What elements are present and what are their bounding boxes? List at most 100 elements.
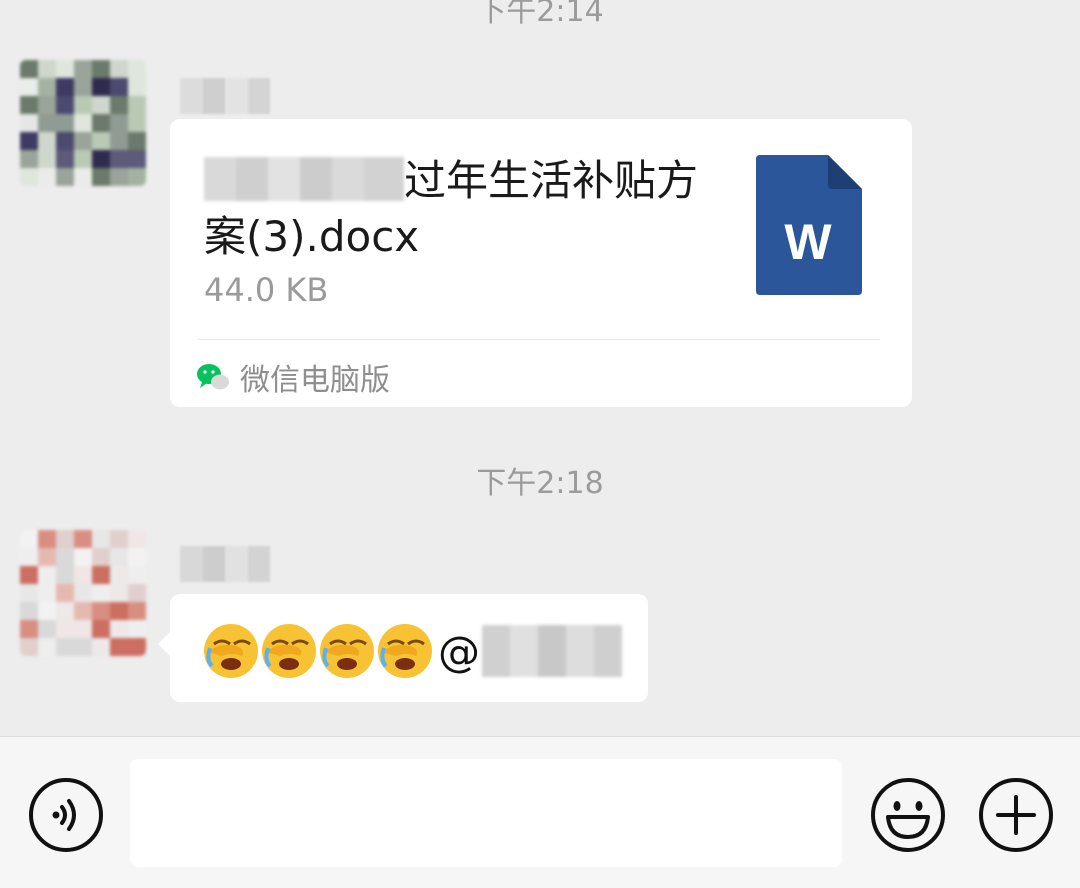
facepalm-emoji-icon bbox=[378, 624, 432, 678]
avatar-pixel bbox=[74, 132, 92, 150]
redacted-mention-name bbox=[482, 625, 622, 677]
avatar-pixel bbox=[92, 620, 110, 638]
avatar-pixel bbox=[110, 60, 128, 78]
timestamp: 下午2:18 bbox=[476, 466, 604, 501]
voice-icon[interactable] bbox=[28, 777, 104, 853]
message-input[interactable] bbox=[130, 759, 842, 867]
input-bar bbox=[0, 736, 1080, 888]
avatar-pixel bbox=[92, 168, 110, 186]
avatar-pixel bbox=[56, 78, 74, 96]
avatar-pixel bbox=[110, 602, 128, 620]
facepalm-emoji-icon bbox=[204, 624, 258, 678]
message-content: @ bbox=[202, 622, 622, 680]
avatar-pixel bbox=[74, 602, 92, 620]
avatar-pixel bbox=[92, 150, 110, 168]
avatar-pixel bbox=[110, 150, 128, 168]
avatar-pixel bbox=[56, 530, 74, 548]
avatar-pixel bbox=[92, 132, 110, 150]
avatar-pixel bbox=[128, 60, 146, 78]
avatar-pixel bbox=[20, 114, 38, 132]
file-size: 44.0 KB bbox=[204, 271, 329, 309]
avatar[interactable] bbox=[20, 60, 146, 186]
avatar-pixel bbox=[74, 584, 92, 602]
avatar-pixel bbox=[74, 96, 92, 114]
avatar-pixel bbox=[56, 114, 74, 132]
file-message-card[interactable]: 过年生活补贴方 案(3).docx 44.0 KB W 微信电脑版 bbox=[170, 119, 912, 407]
avatar-pixel bbox=[128, 620, 146, 638]
avatar-pixel bbox=[20, 96, 38, 114]
file-name: 过年生活补贴方 案(3).docx bbox=[204, 153, 734, 265]
avatar-pixel bbox=[74, 548, 92, 566]
avatar-pixel bbox=[128, 530, 146, 548]
avatar-pixel bbox=[20, 620, 38, 638]
facepalm-emoji-icon bbox=[262, 624, 316, 678]
avatar-pixel bbox=[38, 566, 56, 584]
avatar-pixel bbox=[56, 96, 74, 114]
timestamp: 下午2:14 bbox=[476, 0, 604, 29]
plus-icon[interactable] bbox=[978, 777, 1054, 853]
avatar-pixel bbox=[128, 114, 146, 132]
avatar-pixel bbox=[110, 114, 128, 132]
avatar-pixel bbox=[74, 530, 92, 548]
avatar-pixel bbox=[110, 620, 128, 638]
avatar-pixel bbox=[74, 150, 92, 168]
avatar-pixel bbox=[92, 638, 110, 656]
avatar-pixel bbox=[38, 530, 56, 548]
avatar-pixel bbox=[110, 530, 128, 548]
redacted-text bbox=[204, 157, 404, 201]
avatar-pixel bbox=[20, 638, 38, 656]
avatar-pixel bbox=[110, 548, 128, 566]
avatar-pixel bbox=[92, 60, 110, 78]
avatar-pixel bbox=[128, 602, 146, 620]
avatar-pixel bbox=[128, 584, 146, 602]
avatar[interactable] bbox=[20, 530, 146, 656]
avatar-pixel bbox=[38, 620, 56, 638]
avatar-pixel bbox=[56, 168, 74, 186]
sender-name-redacted bbox=[180, 546, 270, 582]
avatar-pixel bbox=[74, 638, 92, 656]
avatar-pixel bbox=[20, 150, 38, 168]
avatar-pixel bbox=[20, 602, 38, 620]
avatar-pixel bbox=[128, 150, 146, 168]
avatar-pixel bbox=[92, 584, 110, 602]
avatar-pixel bbox=[56, 132, 74, 150]
avatar-pixel bbox=[110, 584, 128, 602]
avatar-pixel bbox=[110, 566, 128, 584]
text-message-bubble[interactable]: @ bbox=[158, 594, 648, 702]
avatar-pixel bbox=[20, 548, 38, 566]
avatar-pixel bbox=[110, 168, 128, 186]
avatar-pixel bbox=[110, 638, 128, 656]
avatar-pixel bbox=[38, 78, 56, 96]
avatar-pixel bbox=[38, 150, 56, 168]
card-source: 微信电脑版 bbox=[196, 355, 390, 399]
avatar-pixel bbox=[20, 584, 38, 602]
avatar-pixel bbox=[38, 132, 56, 150]
avatar-pixel bbox=[110, 78, 128, 96]
svg-text:W: W bbox=[784, 214, 832, 270]
emoji-icon[interactable] bbox=[870, 777, 946, 853]
avatar-pixel bbox=[92, 530, 110, 548]
avatar-pixel bbox=[74, 114, 92, 132]
avatar-pixel bbox=[110, 132, 128, 150]
avatar-pixel bbox=[38, 584, 56, 602]
avatar-pixel bbox=[38, 60, 56, 78]
card-divider bbox=[198, 339, 880, 340]
avatar-pixel bbox=[56, 602, 74, 620]
avatar-pixel bbox=[56, 60, 74, 78]
avatar-pixel bbox=[38, 638, 56, 656]
word-file-icon: W bbox=[756, 155, 862, 295]
avatar-pixel bbox=[56, 638, 74, 656]
avatar-pixel bbox=[20, 132, 38, 150]
avatar-pixel bbox=[128, 132, 146, 150]
avatar-pixel bbox=[38, 96, 56, 114]
facepalm-emoji-icon bbox=[320, 624, 374, 678]
avatar-pixel bbox=[110, 96, 128, 114]
avatar-pixel bbox=[38, 168, 56, 186]
avatar-pixel bbox=[74, 60, 92, 78]
avatar-pixel bbox=[128, 168, 146, 186]
avatar-pixel bbox=[56, 566, 74, 584]
avatar-pixel bbox=[20, 168, 38, 186]
avatar-pixel bbox=[92, 548, 110, 566]
file-name-line1: 过年生活补贴方 bbox=[404, 156, 699, 205]
file-name-line2: 案(3).docx bbox=[204, 212, 420, 261]
